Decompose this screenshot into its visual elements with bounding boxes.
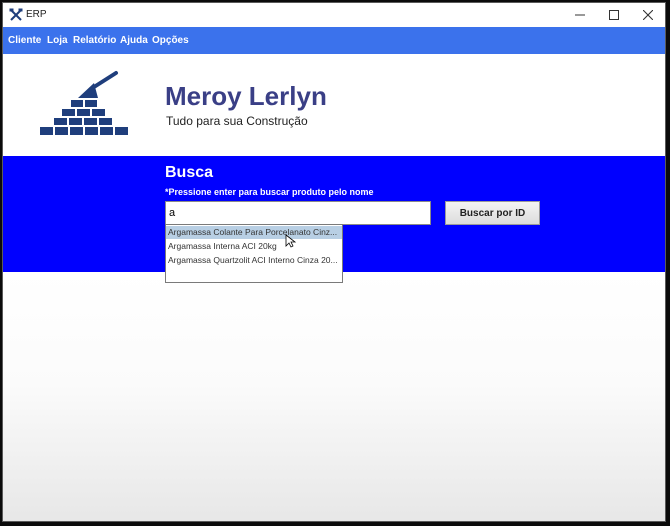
menu-bar: Cliente Loja Relatório Ajuda Opções [3, 27, 665, 54]
menu-opcoes[interactable]: Opções [152, 35, 189, 46]
menu-loja[interactable]: Loja [47, 35, 68, 46]
menu-cliente[interactable]: Cliente [8, 35, 41, 46]
search-hint: *Pressione enter para buscar produto pel… [165, 187, 374, 197]
header: Meroy Lerlyn Tudo para sua Construção [3, 54, 665, 156]
suggestion-item[interactable]: Argamassa Quartzolit ACI Interno Cinza 2… [166, 254, 342, 267]
minimize-button[interactable] [563, 3, 597, 27]
suggestion-item[interactable]: Argamassa Interna ACI 20kg [166, 240, 342, 253]
title-bar[interactable]: ERP [3, 3, 665, 27]
window-title: ERP [26, 9, 47, 20]
menu-relatorio[interactable]: Relatório [73, 35, 116, 46]
company-slogan: Tudo para sua Construção [166, 114, 308, 128]
search-input[interactable] [165, 201, 431, 225]
close-button[interactable] [631, 3, 665, 27]
search-by-id-button[interactable]: Buscar por ID [445, 201, 540, 225]
search-title: Busca [165, 164, 214, 181]
company-name: Meroy Lerlyn [165, 81, 327, 111]
minimize-icon [575, 14, 585, 16]
close-icon [643, 10, 653, 20]
app-window: ERP Cliente Loja Relatório Ajuda Opções [2, 2, 666, 522]
mouse-cursor-icon [285, 234, 297, 248]
suggestion-dropdown: Argamassa Colante Para Porcelanato Cinz.… [165, 224, 343, 283]
brick-wall-trowel-icon [40, 71, 128, 135]
tools-icon [9, 8, 23, 21]
content-area [3, 272, 665, 521]
suggestion-item[interactable]: Argamassa Colante Para Porcelanato Cinz.… [166, 226, 342, 239]
menu-ajuda[interactable]: Ajuda [120, 35, 148, 46]
maximize-button[interactable] [597, 3, 631, 27]
maximize-icon [609, 10, 619, 20]
